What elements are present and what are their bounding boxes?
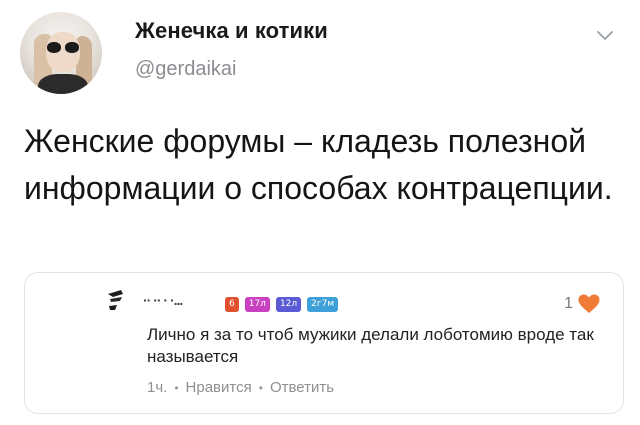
reply-action-link[interactable]: Ответить: [270, 379, 334, 396]
avatar-sunglasses: [65, 42, 79, 53]
comment-badge: 12л: [275, 297, 302, 312]
comment-avatar: [108, 290, 123, 310]
separator-dot: •: [174, 380, 179, 395]
like-count: 1: [564, 295, 573, 312]
comment-author-name[interactable]: ·· ·· · ·...: [143, 292, 183, 308]
author-handle[interactable]: @gerdaikai: [135, 58, 236, 81]
chevron-down-icon[interactable]: [596, 28, 614, 42]
comment-badge: 2г7м: [307, 297, 339, 312]
author-avatar[interactable]: [20, 12, 102, 94]
separator-dot: •: [258, 380, 263, 395]
comment-badge: 6: [225, 297, 239, 312]
comment-likes[interactable]: 1: [564, 293, 601, 315]
comment-badge: 17л: [244, 297, 270, 312]
comment-text: Лично я за то чтоб мужики делали лоботом…: [147, 325, 594, 366]
comment-time: 1ч.: [147, 379, 168, 396]
tweet-text: Женские форумы – кладезь полезной информ…: [24, 123, 613, 206]
author-name[interactable]: Женечка и котики: [135, 18, 328, 44]
comment-meta: 1ч. • Нравится • Ответить: [147, 379, 334, 396]
avatar-body: [38, 74, 88, 94]
comment-badges: 6 17л 12л 2г7м: [225, 297, 339, 312]
like-action-link[interactable]: Нравится: [186, 379, 252, 396]
heart-icon[interactable]: [577, 293, 601, 315]
tweet: Женечка и котики @gerdaikai Женские фору…: [0, 0, 640, 425]
quoted-comment-card[interactable]: ·· ·· · ·... 6 17л 12л 2г7м 1 Лично я за…: [24, 272, 624, 414]
avatar-sunglasses: [47, 42, 61, 53]
